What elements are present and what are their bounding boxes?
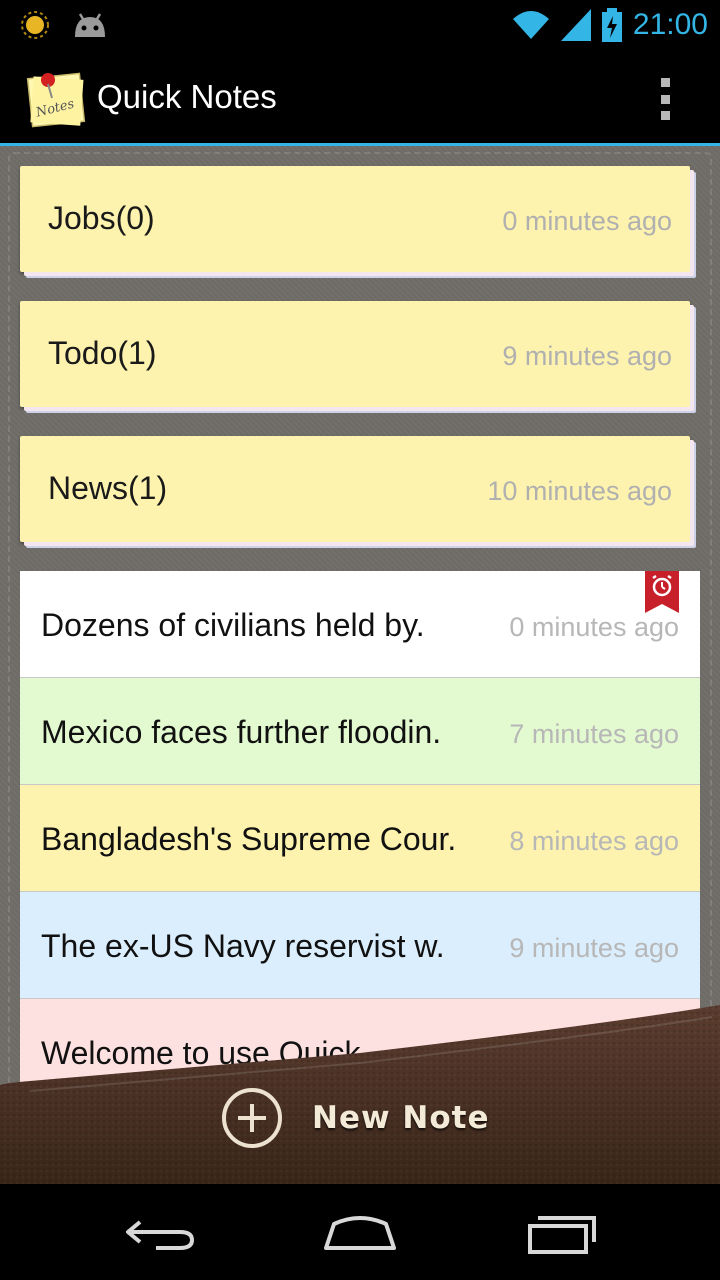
plus-circle-icon <box>222 1088 282 1148</box>
new-note-label: New Note <box>312 1100 490 1136</box>
note-title: Dozens of civilians held by. <box>41 607 425 643</box>
overflow-menu-icon[interactable] <box>658 78 672 120</box>
note-time: 8 minutes ago <box>509 826 679 856</box>
folder-news[interactable]: News(1) 10 minutes ago <box>20 436 690 542</box>
android-icon <box>75 13 105 37</box>
folder-name: News(1) <box>48 470 168 506</box>
wifi-icon <box>512 11 549 39</box>
note-item[interactable]: Mexico faces further floodin. 7 minutes … <box>20 678 700 785</box>
note-title: Mexico faces further floodin. <box>41 714 442 750</box>
note-time: 0 minutes ago <box>509 612 679 642</box>
action-bar: Notes Quick Notes <box>0 50 720 146</box>
folder-time: 0 minutes ago <box>502 206 672 236</box>
sun-icon <box>21 11 49 39</box>
new-note-button[interactable]: New Note <box>220 1085 510 1151</box>
back-icon[interactable] <box>120 1208 200 1258</box>
folder-time: 10 minutes ago <box>487 476 672 506</box>
note-title: The ex-US Navy reservist w. <box>41 928 445 964</box>
alarm-icon <box>645 571 679 613</box>
clock: 21:00 <box>632 8 708 41</box>
notes-pin-icon[interactable]: Notes <box>26 68 86 128</box>
folder-name: Jobs(0) <box>48 200 155 236</box>
home-icon[interactable] <box>320 1208 400 1258</box>
note-time: 7 minutes ago <box>509 719 679 749</box>
note-item[interactable]: The ex-US Navy reservist w. 9 minutes ag… <box>20 892 700 999</box>
navigation-bar <box>0 1184 720 1280</box>
note-title: Bangladesh's Supreme Cour. <box>41 821 457 857</box>
app-title: Quick Notes <box>97 78 277 115</box>
folder-todo[interactable]: Todo(1) 9 minutes ago <box>20 301 690 407</box>
recent-apps-icon[interactable] <box>522 1208 602 1258</box>
note-time: 9 minutes ago <box>509 933 679 963</box>
status-bar: 21:00 <box>0 0 720 50</box>
note-item[interactable]: Bangladesh's Supreme Cour. 8 minutes ago <box>20 785 700 892</box>
battery-charging-icon <box>601 8 622 42</box>
signal-icon <box>560 9 591 41</box>
folder-time: 9 minutes ago <box>502 341 672 371</box>
note-item[interactable]: Dozens of civilians held by. 0 minutes a… <box>20 571 700 678</box>
folder-name: Todo(1) <box>48 335 157 371</box>
folder-jobs[interactable]: Jobs(0) 0 minutes ago <box>20 166 690 272</box>
